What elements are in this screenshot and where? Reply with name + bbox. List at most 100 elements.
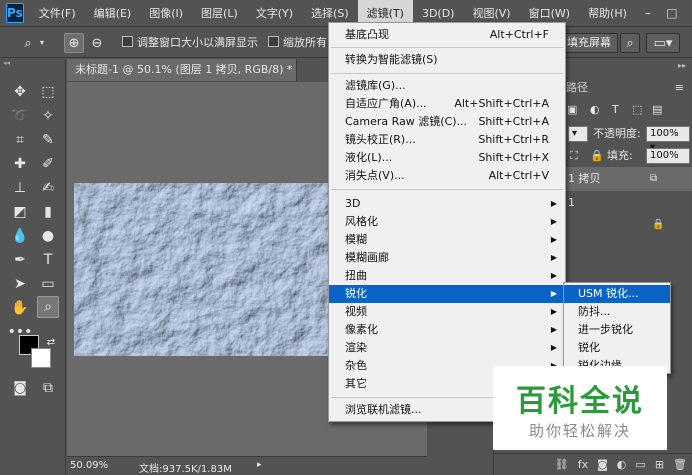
filter-smart-icon[interactable]: ▤ [652,102,662,118]
gradient-tool-icon[interactable]: ▮ [37,201,59,223]
panel-collapse-icon[interactable]: ◂◂ [0,59,65,67]
menu-separator [331,189,563,190]
submenu-item-sharpen-more[interactable]: 进一步锐化 [564,321,670,339]
submenu-item-shake-reduction[interactable]: 防抖... [564,303,670,321]
menu-item-liquify[interactable]: 液化(L)... Shift+Ctrl+X [329,149,565,167]
menu-item-smart-filter[interactable]: 转换为智能滤镜(S) [329,51,565,69]
delete-layer-icon[interactable]: 🗑 [673,458,687,471]
tab-paths[interactable]: 路径 [566,77,588,99]
submenu-arrow-icon: ▶ [550,271,557,280]
zoom-tool-icon[interactable]: ⌕ [37,296,59,318]
photoshop-logo: Ps [6,3,24,23]
adjustment-layer-icon[interactable]: ◐ [617,458,627,471]
menu-item-blur-gallery[interactable]: 模糊画廊 ▶ [329,249,565,267]
clone-stamp-icon[interactable]: ⊥ [9,177,31,199]
submenu-arrow-icon: ▶ [550,289,557,298]
resize-windows-checkbox[interactable]: 调整窗口大小以满屏显示 [122,34,258,52]
menu-item-render[interactable]: 渲染 ▶ [329,339,565,357]
menu-item-camera-raw[interactable]: Camera Raw 滤镜(C)... Shift+Ctrl+A [329,113,565,131]
document-title: 未标题-1 @ 50.1% (图层 1 拷贝, RGB/8) * [75,63,293,76]
status-bar: 50.09% 文档:937.5K/1.83M ▸ [67,456,427,475]
quick-mask-icon[interactable]: ◙ [9,377,31,399]
maximize-icon[interactable]: □ [660,0,684,27]
minimize-icon[interactable]: – [636,0,660,27]
filter-adjust-icon[interactable]: ◐ [590,102,600,118]
status-arrow-icon[interactable]: ▸ [257,460,262,470]
crop-tool-icon[interactable]: ⌗ [9,129,31,151]
pen-tool-icon[interactable]: ✒ [9,249,31,271]
zoom-all-checkbox[interactable]: 缩放所有 [268,34,327,52]
document-tab[interactable]: 未标题-1 @ 50.1% (图层 1 拷贝, RGB/8) * [67,59,297,81]
watermark-subtitle: 助你轻松解决 [528,422,631,440]
layer-link-icon: ⧉ [650,173,658,184]
eraser-tool-icon[interactable]: ◩ [9,201,31,223]
menu-item-video[interactable]: 视频 ▶ [329,303,565,321]
menu-item-vanishing-point[interactable]: 消失点(V)... Alt+Ctrl+V [329,167,565,185]
link-layers-icon[interactable]: ⛓ [555,458,569,471]
menu-item-blur[interactable]: 模糊 ▶ [329,231,565,249]
lock-pixels-icon[interactable]: ⛶ [570,148,578,164]
filter-pixel-icon[interactable]: ▣ [567,102,577,118]
healing-brush-icon[interactable]: ✚ [9,153,31,175]
submenu-item-sharpen[interactable]: 锐化 [564,339,670,357]
swap-colors-icon[interactable]: ⇄ [40,331,62,353]
fx-icon[interactable]: fx [578,458,588,471]
watermark-logo: 百科全说 助你轻松解决 [493,366,667,450]
zoom-out-icon[interactable]: ⊖ [87,33,107,53]
screen-mode-icon[interactable]: ⧉ [37,377,59,399]
submenu-arrow-icon: ▶ [550,307,557,316]
filter-type-icon[interactable]: T [612,102,619,118]
tool-preset-chevron-icon[interactable]: ▾ [40,34,44,52]
menu-help[interactable]: 帮助(H) [579,0,636,27]
blend-mode-select[interactable]: ▾ [568,126,588,142]
close-icon[interactable]: ✕ [684,0,692,27]
new-layer-icon[interactable]: ⊞ [655,458,664,471]
blur-tool-icon[interactable]: 💧 [9,225,31,247]
menu-item-distort[interactable]: 扭曲 ▶ [329,267,565,285]
submenu-item-unsharp-mask[interactable]: USM 锐化... [564,285,670,303]
lock-icon[interactable]: 🔒 [590,148,604,164]
marquee-tool-icon[interactable]: ⬚ [37,81,59,103]
menu-item-adaptive-wide-angle[interactable]: 自适应广角(A)... Alt+Shift+Ctrl+A [329,95,565,113]
menu-item-emboss[interactable]: 基底凸现 Alt+Ctrl+F [329,26,565,44]
menu-item-pixelate[interactable]: 像素化 ▶ [329,321,565,339]
menu-layer[interactable]: 图层(L) [192,0,247,27]
menu-item-stylize[interactable]: 风格化 ▶ [329,213,565,231]
menu-separator [331,73,563,74]
fill-input[interactable]: 100% ▾ [646,148,690,175]
menu-item-3d[interactable]: 3D ▶ [329,195,565,213]
rectangle-tool-icon[interactable]: ▭ [37,273,59,295]
magnifier-icon[interactable]: ⌕ [18,33,38,53]
menu-file[interactable]: 文件(F) [30,0,85,27]
eyedropper-icon[interactable]: ✎ [37,129,59,151]
zoom-level[interactable]: 50.09% [70,460,108,471]
panel-expand-icon[interactable]: ▸▸ [678,61,686,70]
move-tool-icon[interactable]: ✥ [9,81,31,103]
lasso-tool-icon[interactable]: ➰ [9,105,31,127]
menu-item-filter-gallery[interactable]: 滤镜库(G)... [329,77,565,95]
dodge-tool-icon[interactable]: ● [37,225,59,247]
menu-item-sharpen[interactable]: 锐化 ▶ [329,285,565,303]
hand-tool-icon[interactable]: ✋ [9,297,31,319]
history-brush-icon[interactable]: ✍ [37,177,59,199]
search-icon[interactable]: ⌕ [620,33,640,53]
zoom-in-icon[interactable]: ⊕ [64,33,84,53]
magic-wand-icon[interactable]: ✧ [37,105,59,127]
type-tool-icon[interactable]: T [37,249,59,271]
path-selection-icon[interactable]: ➤ [9,273,31,295]
panel-menu-icon[interactable]: ≡ [675,81,684,94]
menu-edit[interactable]: 编辑(E) [85,0,141,27]
submenu-arrow-icon: ▶ [550,217,557,226]
fill-screen-button[interactable]: 填充屏幕 [560,33,618,53]
fill-label: 填充: [607,149,633,162]
new-group-icon[interactable]: ▭ [635,458,645,471]
layers-footer: ⛓ fx ◙ ◐ ▭ ⊞ 🗑 [494,453,692,475]
brush-tool-icon[interactable]: ✐ [37,153,59,175]
workspace-icon[interactable]: ▭▾ [646,33,680,53]
filter-shape-icon[interactable]: ⬚ [632,102,642,118]
menu-image[interactable]: 图像(I) [140,0,192,27]
add-mask-icon[interactable]: ◙ [597,458,608,471]
menu-item-lens-correction[interactable]: 镜头校正(R)... Shift+Ctrl+R [329,131,565,149]
menu-type[interactable]: 文字(Y) [247,0,302,27]
opacity-input[interactable]: 100% ▾ [646,126,690,153]
